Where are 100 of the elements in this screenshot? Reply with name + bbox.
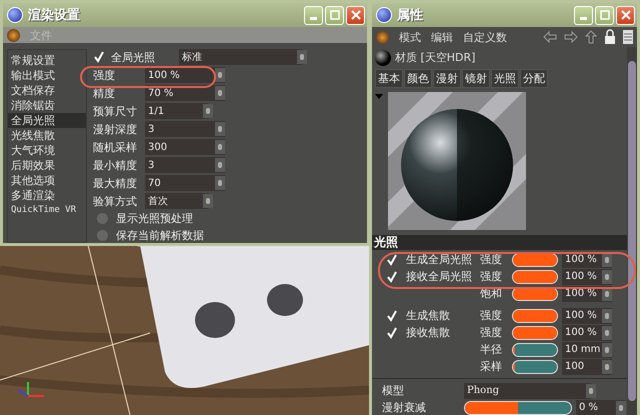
dropdown[interactable]: 首次 bbox=[145, 193, 213, 209]
number-field[interactable]: 100 % bbox=[145, 67, 225, 83]
window-title: 属性 bbox=[397, 7, 424, 24]
slider-track[interactable] bbox=[512, 360, 558, 374]
field-value: 100 % bbox=[565, 310, 598, 321]
maximize-button[interactable] bbox=[595, 6, 614, 24]
number-field[interactable]: 0 % bbox=[576, 400, 626, 415]
maximize-icon bbox=[600, 10, 610, 20]
dropdown[interactable]: Phong bbox=[464, 382, 596, 398]
menu-item[interactable]: 自定义数 bbox=[463, 30, 507, 44]
spinner-icon[interactable] bbox=[203, 194, 213, 208]
scroll-thumb[interactable] bbox=[628, 61, 636, 401]
sidebar-item[interactable]: 消除锯齿 bbox=[8, 98, 86, 113]
maximize-button[interactable] bbox=[325, 6, 344, 24]
spinner-icon[interactable] bbox=[203, 104, 213, 118]
checkbox[interactable] bbox=[386, 326, 398, 338]
spinner-icon[interactable] bbox=[215, 122, 225, 136]
maximize-icon bbox=[330, 10, 340, 20]
checkbox[interactable] bbox=[93, 51, 105, 63]
checkbox[interactable] bbox=[386, 310, 398, 322]
tab[interactable]: 光照 bbox=[491, 68, 519, 88]
field-value: 100 % bbox=[565, 327, 598, 338]
radio-label: 显示光照预处理 bbox=[116, 211, 193, 226]
tab[interactable]: 分配 bbox=[520, 68, 548, 88]
number-field[interactable]: 70 bbox=[145, 175, 225, 191]
material-name: 材质 [天空HDR] bbox=[395, 50, 476, 66]
number-field[interactable]: 300 bbox=[145, 139, 225, 155]
slider-fill[interactable] bbox=[465, 402, 518, 414]
sidebar-item[interactable]: 其他选项 bbox=[8, 173, 86, 188]
sidebar-item[interactable]: 常规设置 bbox=[8, 53, 86, 68]
sphere-icon bbox=[376, 7, 392, 23]
back-arrow-icon[interactable] bbox=[543, 31, 557, 43]
spinner-icon[interactable] bbox=[602, 326, 612, 340]
sidebar-item[interactable]: 多通渲染 bbox=[8, 188, 86, 203]
spinner-icon[interactable] bbox=[616, 400, 626, 414]
sidebar-item[interactable]: 文档保存 bbox=[8, 83, 86, 98]
spinner-icon[interactable] bbox=[602, 342, 612, 356]
slider-track[interactable] bbox=[464, 400, 572, 414]
setting-label: 接收焦散 bbox=[406, 325, 450, 340]
spinner-icon[interactable] bbox=[297, 50, 307, 64]
tab[interactable]: 颜色 bbox=[404, 68, 432, 88]
spinner-icon[interactable] bbox=[215, 140, 225, 154]
number-field[interactable]: 100 % bbox=[562, 324, 612, 340]
forward-arrow-icon[interactable] bbox=[564, 31, 578, 43]
dropdown-value: 首次 bbox=[148, 195, 169, 208]
number-field[interactable]: 100 % bbox=[562, 268, 612, 284]
tab[interactable]: 漫射 bbox=[433, 68, 461, 88]
spinner-icon[interactable] bbox=[602, 270, 612, 284]
close-button[interactable] bbox=[346, 6, 365, 24]
setting-label: 最小精度 bbox=[93, 158, 138, 172]
setting-label: 最大精度 bbox=[93, 176, 138, 190]
slider-fill[interactable] bbox=[513, 360, 516, 372]
up-arrow-icon[interactable] bbox=[585, 30, 597, 44]
spinner-icon[interactable] bbox=[602, 360, 612, 374]
scrollbar[interactable] bbox=[627, 47, 637, 415]
minimize-button[interactable] bbox=[574, 6, 593, 24]
checkbox[interactable] bbox=[386, 254, 398, 266]
sidebar-item[interactable]: 大气环境 bbox=[8, 143, 86, 158]
spinner-icon[interactable] bbox=[586, 384, 596, 398]
setting-label: 验算方式 bbox=[93, 194, 138, 208]
spinner-icon[interactable] bbox=[215, 176, 225, 190]
minimize-button[interactable] bbox=[304, 6, 323, 24]
lock-icon[interactable] bbox=[604, 29, 616, 45]
slider-track[interactable] bbox=[512, 342, 558, 356]
dropdown[interactable]: 标准 bbox=[179, 49, 307, 65]
dropdown[interactable]: 1/1 bbox=[145, 103, 213, 119]
menu-item[interactable]: 模式 bbox=[399, 30, 421, 44]
checkbox[interactable] bbox=[386, 270, 398, 282]
spinner-icon[interactable] bbox=[602, 308, 612, 322]
sidebar-item[interactable]: QuickTime VR bbox=[8, 203, 86, 218]
number-field[interactable]: 3 bbox=[145, 121, 225, 137]
number-field[interactable]: 70 % bbox=[145, 85, 225, 101]
number-field[interactable]: 100 % bbox=[562, 308, 612, 324]
menu-item[interactable]: 编辑 bbox=[431, 30, 453, 44]
tab[interactable]: 基本 bbox=[375, 68, 403, 88]
sidebar-item[interactable]: 光线焦散 bbox=[8, 128, 86, 143]
field-value: 0 % bbox=[579, 402, 600, 413]
parameter-label: 强度 bbox=[480, 308, 503, 323]
spinner-icon[interactable] bbox=[215, 68, 225, 82]
minimize-icon bbox=[580, 17, 587, 20]
sidebar-item[interactable]: 输出模式 bbox=[8, 68, 86, 83]
parameter-label: 半径 bbox=[480, 342, 503, 357]
setting-label: 随机采样 bbox=[93, 140, 138, 154]
sidebar-item[interactable]: 全局光照 bbox=[8, 113, 86, 128]
number-field[interactable]: 3 bbox=[145, 157, 225, 173]
number-field[interactable]: 10 mm bbox=[562, 342, 612, 358]
spinner-icon[interactable] bbox=[215, 158, 225, 172]
close-button[interactable] bbox=[616, 6, 635, 24]
setting-label: 精度 bbox=[93, 86, 116, 100]
close-icon bbox=[350, 10, 360, 20]
sidebar-item[interactable]: 后期效果 bbox=[8, 158, 86, 173]
slider-fill[interactable] bbox=[513, 344, 516, 356]
radio-button[interactable] bbox=[97, 230, 108, 241]
list-icon[interactable] bbox=[623, 29, 633, 45]
collapse-triangle-icon[interactable] bbox=[375, 94, 383, 99]
radio-button[interactable] bbox=[97, 213, 108, 224]
parameter-label: 采样 bbox=[480, 359, 503, 374]
spinner-icon[interactable] bbox=[215, 86, 225, 100]
tab[interactable]: 镜射 bbox=[462, 68, 490, 88]
number-field[interactable]: 100 bbox=[562, 358, 612, 374]
